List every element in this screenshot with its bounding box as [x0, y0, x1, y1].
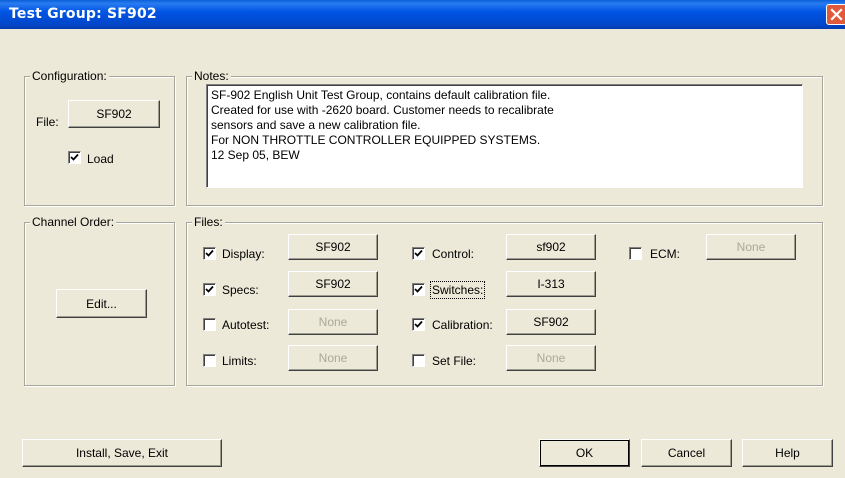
title-bar: Test Group: SF902 [0, 0, 845, 29]
config-file-button[interactable]: SF902 [68, 100, 160, 128]
help-button[interactable]: Help [742, 439, 833, 467]
file-label: File: [36, 115, 59, 129]
display-checkbox[interactable] [203, 247, 216, 260]
switches-checkbox[interactable] [412, 283, 425, 296]
channel-order-group-label: Channel Order: [30, 215, 117, 229]
set-file-checkbox[interactable] [412, 354, 425, 367]
checkmark-icon [414, 285, 423, 293]
set-file-button[interactable]: None [506, 345, 596, 371]
autotest-label: Autotest: [222, 318, 270, 332]
autotest-file-button[interactable]: None [288, 309, 378, 335]
window-title: Test Group: SF902 [9, 6, 157, 22]
control-checkbox[interactable] [412, 247, 425, 260]
checkmark-icon [414, 320, 423, 328]
set-file-label: Set File: [432, 354, 477, 368]
edit-channel-order-button[interactable]: Edit... [56, 289, 147, 318]
ecm-file-button[interactable]: None [706, 234, 796, 260]
limits-checkbox[interactable] [203, 354, 216, 367]
calibration-checkbox[interactable] [412, 318, 425, 331]
notes-group-label: Notes: [192, 69, 231, 83]
ecm-label: ECM: [650, 247, 680, 261]
files-group-label: Files: [192, 215, 225, 229]
notes-textarea[interactable]: SF-902 English Unit Test Group, contains… [206, 84, 803, 188]
ok-button[interactable]: OK [539, 439, 630, 467]
checkmark-icon [205, 285, 214, 293]
switches-file-button[interactable]: I-313 [506, 271, 596, 297]
ecm-checkbox[interactable] [629, 247, 642, 260]
calibration-label: Calibration: [432, 318, 493, 332]
load-checkbox[interactable] [68, 151, 81, 164]
cancel-button[interactable]: Cancel [641, 439, 732, 467]
specs-file-button[interactable]: SF902 [288, 271, 378, 297]
specs-label: Specs: [222, 283, 259, 297]
checkmark-icon [70, 153, 79, 161]
configuration-group-label: Configuration: [30, 69, 109, 83]
calibration-file-button[interactable]: SF902 [506, 309, 596, 335]
install-save-exit-button[interactable]: Install, Save, Exit [22, 439, 222, 467]
autotest-checkbox[interactable] [203, 318, 216, 331]
limits-label: Limits: [222, 354, 257, 368]
display-file-button[interactable]: SF902 [288, 234, 378, 260]
load-label: Load [87, 152, 114, 166]
close-icon [830, 8, 843, 21]
control-file-button[interactable]: sf902 [506, 234, 596, 260]
checkmark-icon [205, 249, 214, 257]
limits-file-button[interactable]: None [288, 345, 378, 371]
checkmark-icon [414, 249, 423, 257]
switches-label: Switches: [429, 281, 486, 299]
display-label: Display: [222, 247, 265, 261]
control-label: Control: [432, 247, 475, 261]
close-button[interactable] [826, 4, 845, 25]
specs-checkbox[interactable] [203, 283, 216, 296]
configuration-group: Configuration: [24, 69, 175, 206]
